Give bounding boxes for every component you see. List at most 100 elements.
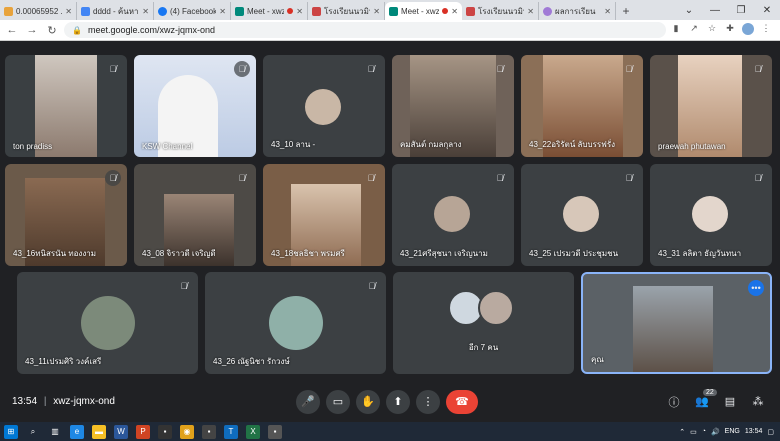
edge-icon[interactable]: e bbox=[70, 424, 84, 439]
close-icon[interactable]: ✕ bbox=[604, 7, 611, 16]
search-icon[interactable]: ⌕ bbox=[26, 425, 40, 439]
more-participants-label: อีก 7 คน bbox=[468, 343, 499, 352]
more-options-button[interactable]: ⋮ bbox=[416, 389, 440, 414]
tab-3[interactable]: Meet - xwz- ✕ bbox=[231, 2, 308, 20]
chat-button[interactable]: ▤ bbox=[720, 392, 740, 412]
battery-icon[interactable]: ▭ bbox=[690, 428, 697, 436]
camera-icon[interactable]: ▮ bbox=[670, 23, 682, 37]
recording-dot-icon bbox=[442, 8, 449, 14]
participant-tile[interactable]: 🎙̸ 43_10 ลาน - bbox=[263, 55, 385, 157]
maximize-icon[interactable]: ❐ bbox=[728, 0, 754, 20]
participant-tile[interactable]: 🎙̸ 43_08 จิราวดี เจริญดี bbox=[134, 164, 256, 266]
close-window-icon[interactable]: ✕ bbox=[754, 0, 780, 20]
url-field[interactable]: 🔒 meet.google.com/xwz-jqmx-ond bbox=[64, 22, 666, 38]
activities-button[interactable]: ⁂ bbox=[748, 392, 768, 412]
tab-6[interactable]: โรงเรียนนวมินฯ✕ bbox=[462, 2, 539, 20]
minimize-icon[interactable]: — bbox=[702, 0, 728, 20]
file-explorer-icon[interactable]: ▬ bbox=[92, 424, 106, 439]
tab-5-active[interactable]: Meet - xwz ✕ bbox=[385, 2, 462, 20]
close-icon[interactable]: ✕ bbox=[219, 7, 226, 16]
close-icon[interactable]: ✕ bbox=[296, 7, 303, 16]
participant-tile[interactable]: 🎙̸ KSW Channel bbox=[134, 55, 256, 157]
participant-tile[interactable]: 🎙̸ 43_25 เปรมวดี ประชุมชน bbox=[521, 164, 643, 266]
share-icon[interactable]: ↗ bbox=[688, 23, 700, 37]
tab-title: Meet - xwz bbox=[401, 6, 440, 16]
participant-name: praewah phutawan bbox=[658, 142, 726, 151]
participant-tile[interactable]: 🎙̸ ton pradiss bbox=[5, 55, 127, 157]
participant-tile[interactable]: 🎙̸ 43_21ศรีสุชนา เจริญนาม bbox=[392, 164, 514, 266]
star-icon[interactable]: ☆ bbox=[706, 23, 718, 37]
extensions-icon[interactable]: ✚ bbox=[724, 23, 736, 37]
tab-7[interactable]: ผลการเรียน ✕ bbox=[539, 2, 616, 20]
meeting-separator: | bbox=[43, 396, 47, 407]
windows-start-icon[interactable]: ⊞ bbox=[4, 424, 18, 439]
participant-tile[interactable]: 🎙̸ 43_11เปรมศิริ วงค์เสรี bbox=[17, 272, 198, 374]
participant-avatar bbox=[434, 196, 470, 232]
more-vert-icon: ⋮ bbox=[422, 396, 434, 408]
close-icon[interactable]: ✕ bbox=[527, 7, 534, 16]
app-icon[interactable]: ▪ bbox=[158, 424, 172, 439]
forward-icon[interactable]: → bbox=[24, 22, 40, 38]
microphone-button[interactable]: 🎤 bbox=[296, 389, 320, 414]
network-icon[interactable]: ◔ bbox=[702, 428, 706, 435]
participant-tile[interactable]: 🎙̸ 43_16ทนิสรนัน ทองงาม bbox=[5, 164, 127, 266]
people-button[interactable]: 👥 22 bbox=[692, 388, 717, 412]
reload-icon[interactable]: ↻ bbox=[44, 22, 60, 38]
notification-icon[interactable]: ▢ bbox=[767, 428, 774, 436]
present-button[interactable]: ⬆ bbox=[386, 389, 410, 414]
tab-title: โรงเรียนนวมินฯ bbox=[478, 6, 524, 16]
tab-4[interactable]: โรงเรียนนวมินฯ✕ bbox=[308, 2, 385, 20]
participant-tile[interactable]: 🎙̸ 43_18ชลธิชา พรมศรี bbox=[263, 164, 385, 266]
word-icon[interactable]: W bbox=[114, 424, 128, 439]
excel-icon[interactable]: X bbox=[246, 424, 260, 439]
taskbar-clock[interactable]: 13:54 bbox=[745, 428, 763, 435]
more-participants-tile[interactable]: อีก 7 คน bbox=[393, 272, 574, 374]
meeting-details-button[interactable]: ⓘ bbox=[664, 392, 684, 412]
camera-button[interactable]: ▭ bbox=[326, 389, 350, 414]
powerpoint-icon[interactable]: P bbox=[136, 424, 150, 439]
address-bar: ← → ↻ 🔒 meet.google.com/xwz-jqmx-ond ▮ ↗… bbox=[0, 20, 780, 41]
participant-tile[interactable]: 🎙̸ praewah phutawan bbox=[650, 55, 772, 157]
tab-1[interactable]: dddd - ค้นหาด้วย✕ bbox=[77, 2, 154, 20]
close-icon[interactable]: ✕ bbox=[142, 7, 149, 16]
mic-off-icon: 🎙̸ bbox=[367, 173, 375, 183]
leave-call-button[interactable]: ☎ bbox=[446, 389, 478, 414]
hang-up-icon: ☎ bbox=[455, 396, 469, 408]
participant-tile[interactable]: 🎙̸ คมสันต์ กมลกุลาง bbox=[392, 55, 514, 157]
participant-name: 43_25 เปรมวดี ประชุมชน bbox=[529, 249, 619, 258]
mic-off-icon: 🎙̸ bbox=[496, 173, 504, 183]
app-icon[interactable]: ▪ bbox=[268, 424, 282, 439]
close-icon[interactable]: ✕ bbox=[65, 7, 72, 16]
participant-tile[interactable]: 🎙̸ 43_26 ณัฐนิชา รักวงษ์ bbox=[205, 272, 386, 374]
more-participants-avatars bbox=[448, 290, 514, 326]
profile-avatar[interactable] bbox=[742, 23, 754, 37]
tab-search-icon[interactable]: ⌄ bbox=[676, 0, 702, 20]
volume-icon[interactable]: 🔊 bbox=[711, 428, 720, 436]
chevron-up-icon[interactable]: ⌃ bbox=[679, 428, 685, 436]
participant-tile[interactable]: 🎙̸ 43_31 ลลิตา ธัญวันทนา bbox=[650, 164, 772, 266]
tab-title: dddd - ค้นหาด้วย bbox=[93, 6, 139, 16]
app-icon[interactable]: ▪ bbox=[202, 424, 216, 439]
language-indicator[interactable]: ENG bbox=[725, 428, 740, 435]
close-icon[interactable]: ✕ bbox=[451, 7, 458, 16]
task-view-icon[interactable]: ▥ bbox=[48, 425, 62, 439]
close-icon[interactable]: ✕ bbox=[373, 7, 380, 16]
mic-off-icon: 🎙̸ bbox=[368, 281, 376, 291]
self-view-tile[interactable]: ••• คุณ bbox=[581, 272, 772, 374]
participant-name: 43_18ชลธิชา พรมศรี bbox=[271, 249, 345, 258]
chat-icon: ▤ bbox=[724, 396, 736, 408]
teams-icon[interactable]: T bbox=[224, 424, 238, 439]
self-video bbox=[633, 286, 713, 372]
speaking-indicator-icon: ••• bbox=[748, 280, 764, 296]
mic-off-icon: 🎙̸ bbox=[109, 64, 117, 74]
grades-icon bbox=[543, 6, 552, 16]
menu-icon[interactable]: ⋮ bbox=[760, 23, 772, 37]
participant-tile[interactable]: 🎙̸ 43_22อริรัตน์ ลับบรรฟรั่ง bbox=[521, 55, 643, 157]
tab-2[interactable]: (4) Facebook ✕ bbox=[154, 2, 231, 20]
back-icon[interactable]: ← bbox=[4, 22, 20, 38]
tab-0[interactable]: 0.00065952 ... ✕ bbox=[0, 2, 77, 20]
url-text: meet.google.com/xwz-jqmx-ond bbox=[87, 25, 216, 35]
chrome-icon[interactable]: ◉ bbox=[180, 424, 194, 439]
new-tab-button[interactable]: + bbox=[616, 2, 636, 20]
raise-hand-button[interactable]: ✋ bbox=[356, 389, 380, 414]
